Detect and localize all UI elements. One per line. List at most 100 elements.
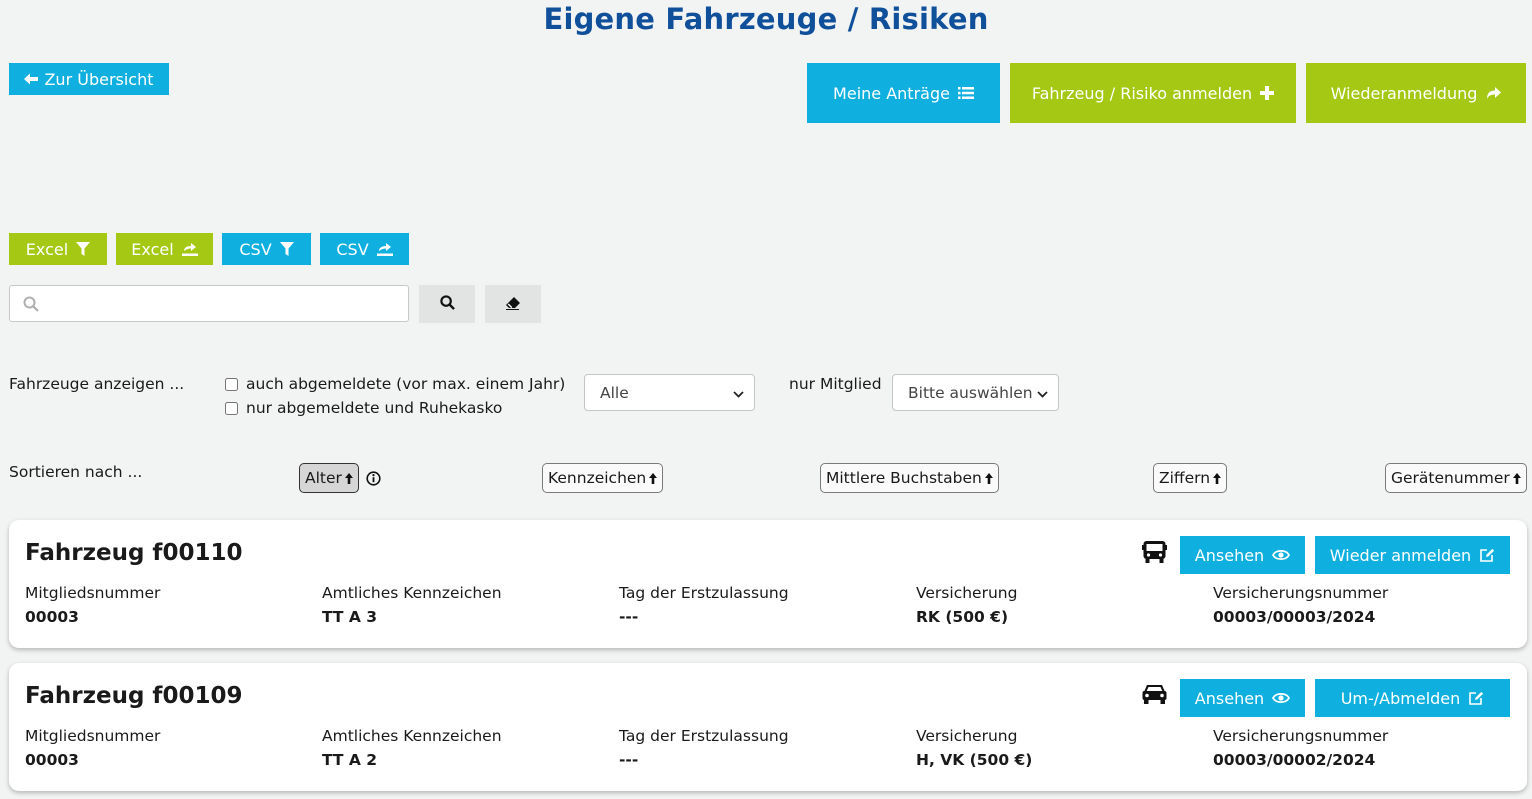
only-deregistered-checkbox-label: nur abgemeldete und Ruhekasko (246, 399, 503, 417)
field-value: TT A 2 (322, 751, 378, 769)
clear-search-button[interactable] (485, 285, 541, 323)
reregister-vehicle-label: Wieder anmelden (1329, 545, 1472, 565)
sort-device-number-button[interactable]: Gerätenummer (1385, 463, 1527, 493)
member-select-value: Bitte auswählen (908, 383, 1033, 402)
vehicle-title: Fahrzeug f00109 (25, 683, 243, 709)
vehicle-card: Fahrzeug f00109 Ansehen Um-/Abmelden Mit… (9, 663, 1527, 791)
sort-plate-button[interactable]: Kennzeichen (542, 463, 664, 493)
member-select[interactable]: Bitte auswählen (892, 374, 1059, 411)
register-vehicle-button[interactable]: Fahrzeug / Risiko anmelden (1010, 63, 1296, 123)
filter-deregistered-option: auch abgemeldete (vor max. einem Jahr) (225, 375, 565, 393)
arrow-up-icon (344, 472, 353, 484)
search-input[interactable] (48, 292, 402, 318)
field-member-number: Mitgliedsnummer 00003 (25, 727, 160, 769)
excel-filter-label: Excel (25, 239, 69, 259)
field-label: Amtliches Kennzeichen (322, 584, 502, 602)
only-deregistered-checkbox[interactable] (225, 401, 238, 415)
search-icon (439, 294, 455, 314)
field-value: TT A 3 (322, 608, 378, 626)
field-label: Mitgliedsnummer (25, 584, 161, 602)
view-label: Ansehen (1194, 688, 1265, 708)
my-requests-button[interactable]: Meine Anträge (807, 63, 1000, 123)
sort-age-button[interactable]: Alter (299, 463, 359, 493)
filter-only-deregistered-option: nur abgemeldete und Ruhekasko (225, 399, 502, 417)
view-label: Ansehen (1194, 545, 1265, 565)
field-value: RK (500 €) (916, 608, 1009, 626)
deregistered-checkbox-label: auch abgemeldete (vor max. einem Jahr) (246, 375, 566, 393)
plus-icon (1260, 86, 1275, 100)
field-label: Versicherungsnummer (1213, 584, 1389, 602)
excel-export-button[interactable]: Excel (116, 233, 213, 265)
csv-filter-label: CSV (239, 239, 272, 259)
status-select[interactable]: Alle (584, 374, 755, 411)
deregistered-checkbox[interactable] (225, 377, 238, 391)
change-deregister-button[interactable]: Um-/Abmelden (1315, 679, 1510, 717)
sort-label: Sortieren nach ... (9, 463, 143, 481)
reregister-button[interactable]: Wiederanmeldung (1306, 63, 1526, 123)
excel-export-label: Excel (131, 239, 174, 259)
field-insurance-number: Versicherungsnummer 00003/00003/2024 (1213, 584, 1388, 626)
arrow-up-icon (984, 472, 993, 484)
arrow-left-icon (24, 73, 39, 85)
eraser-icon (505, 295, 521, 314)
export-icon (376, 242, 393, 256)
back-to-overview-button[interactable]: Zur Übersicht (9, 63, 169, 95)
info-icon[interactable] (366, 471, 381, 490)
edit-icon (1468, 691, 1484, 706)
view-button[interactable]: Ansehen (1180, 536, 1305, 574)
field-label: Tag der Erstzulassung (619, 727, 789, 745)
field-label: Versicherung (916, 584, 1018, 602)
csv-filter-button[interactable]: CSV (222, 233, 311, 265)
car-icon (1142, 683, 1167, 709)
field-label: Mitgliedsnummer (25, 727, 161, 745)
arrow-up-icon (1213, 472, 1222, 484)
sort-plate-label: Kennzeichen (548, 469, 647, 487)
sort-digits-button[interactable]: Ziffern (1153, 463, 1228, 493)
arrow-up-icon (1512, 472, 1521, 484)
field-license-plate: Amtliches Kennzeichen TT A 2 (322, 727, 502, 769)
search-button[interactable] (419, 285, 475, 323)
change-deregister-label: Um-/Abmelden (1340, 688, 1461, 708)
sort-middle-letters-label: Mittlere Buchstaben (826, 469, 982, 487)
back-button-label: Zur Übersicht (44, 69, 154, 89)
register-vehicle-label: Fahrzeug / Risiko anmelden (1031, 83, 1253, 103)
excel-filter-button[interactable]: Excel (9, 233, 107, 265)
sort-device-number-label: Gerätenummer (1391, 469, 1510, 487)
field-value: --- (619, 751, 639, 769)
field-label: Amtliches Kennzeichen (322, 727, 502, 745)
search-box[interactable] (9, 285, 409, 322)
csv-export-button[interactable]: CSV (320, 233, 409, 265)
chevron-down-icon (1037, 384, 1048, 402)
vehicle-card: Fahrzeug f00110 Ansehen Wieder anmelden … (9, 520, 1527, 648)
field-label: Versicherungsnummer (1213, 727, 1389, 745)
field-first-registration: Tag der Erstzulassung --- (619, 584, 789, 626)
field-value: --- (619, 608, 639, 626)
member-filter-label: nur Mitglied (789, 375, 882, 393)
export-icon (181, 242, 198, 256)
field-value: 00003/00003/2024 (1213, 608, 1376, 626)
sort-digits-label: Ziffern (1159, 469, 1211, 487)
filter-label: Fahrzeuge anzeigen ... (9, 375, 185, 393)
field-label: Versicherung (916, 727, 1018, 745)
edit-icon (1479, 548, 1495, 563)
filter-icon (279, 242, 294, 256)
sort-age-label: Alter (305, 469, 342, 487)
field-value: 00003 (25, 608, 79, 626)
view-button[interactable]: Ansehen (1180, 679, 1305, 717)
reregister-label: Wiederanmeldung (1330, 83, 1478, 103)
eye-icon (1272, 692, 1291, 704)
field-first-registration: Tag der Erstzulassung --- (619, 727, 789, 769)
reregister-vehicle-button[interactable]: Wieder anmelden (1315, 536, 1510, 574)
eye-icon (1272, 549, 1291, 561)
filter-icon (76, 242, 91, 256)
redo-arrow-icon (1485, 86, 1502, 100)
field-label: Tag der Erstzulassung (619, 584, 789, 602)
arrow-up-icon (649, 472, 658, 484)
field-insurance: Versicherung RK (500 €) (916, 584, 1017, 626)
vehicle-title: Fahrzeug f00110 (25, 540, 243, 566)
chevron-down-icon (733, 384, 744, 402)
sort-middle-letters-button[interactable]: Mittlere Buchstaben (820, 463, 999, 493)
field-value: 00003 (25, 751, 79, 769)
page-title: Eigene Fahrzeuge / Risiken (543, 2, 989, 36)
field-insurance: Versicherung H, VK (500 €) (916, 727, 1032, 769)
